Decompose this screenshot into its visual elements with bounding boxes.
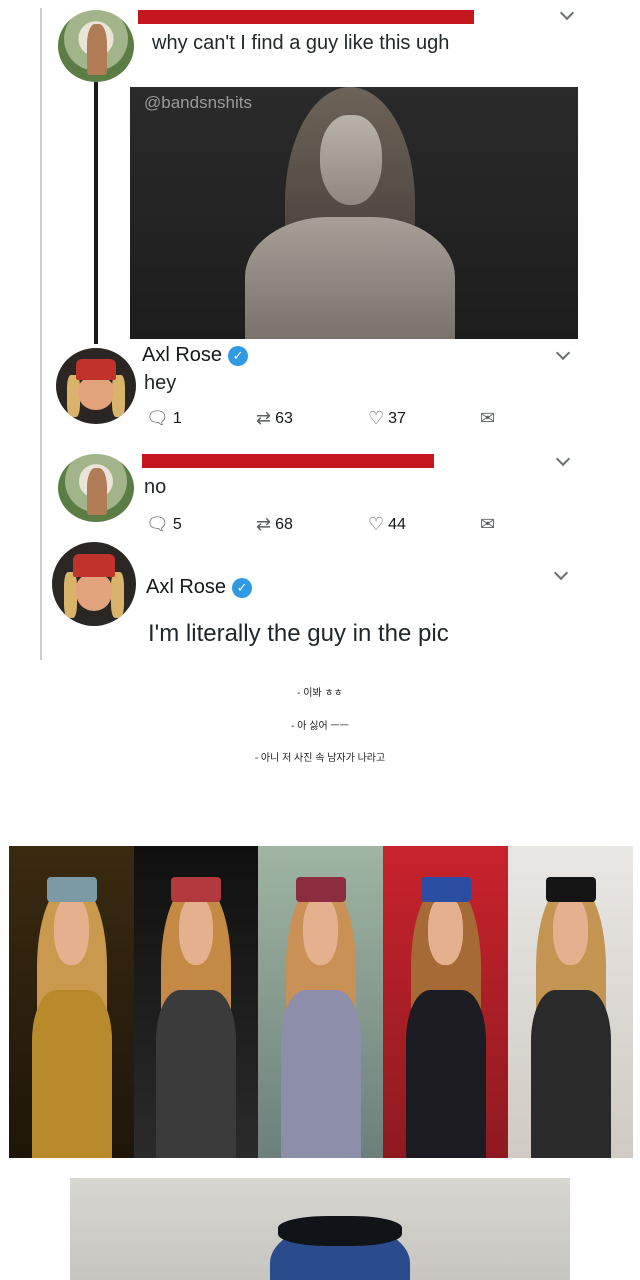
caption-line: - 아 싫어 ㅡㅡ — [291, 721, 349, 732]
thread-connector — [94, 82, 98, 344]
like-button[interactable]: ♡ 37 — [368, 408, 406, 429]
tweet-thread-screenshot: why can't I find a guy like this ugh @ba… — [40, 8, 600, 660]
avatar[interactable] — [56, 348, 136, 424]
tweet-text: I'm literally the guy in the pic — [148, 620, 449, 647]
display-name-text: Axl Rose — [146, 576, 227, 598]
bottom-photo[interactable] — [70, 1178, 570, 1280]
tweet-text: why can't I find a guy like this ugh — [152, 32, 450, 54]
image-watermark: @bandsnshits — [144, 93, 252, 112]
collage-photo[interactable] — [383, 846, 508, 1158]
chevron-down-icon[interactable] — [559, 8, 575, 21]
retweet-button[interactable]: ⇄ 63 — [256, 408, 293, 429]
tweet-text: hey — [144, 372, 177, 394]
redacted-username-bar — [138, 10, 474, 24]
retweet-count: 63 — [275, 409, 293, 427]
retweet-icon: ⇄ — [256, 408, 272, 428]
collage-photo[interactable] — [258, 846, 383, 1158]
photo-torso — [245, 217, 455, 339]
envelope-icon: ✉ — [480, 408, 496, 428]
dm-button[interactable]: ✉ — [480, 408, 495, 429]
reply-icon: 🗨︎ — [146, 408, 169, 428]
reply-count: 5 — [172, 515, 182, 533]
chevron-down-icon[interactable] — [555, 451, 571, 467]
photo-head — [320, 115, 382, 205]
collage-photo[interactable] — [9, 846, 134, 1158]
photo-sunglasses — [278, 1216, 402, 1246]
caption-line: - 아니 저 사진 속 남자가 나라고 — [254, 753, 386, 764]
verified-badge-icon: ✓ — [232, 577, 253, 598]
tweet-text: no — [144, 476, 167, 498]
verified-badge-icon: ✓ — [228, 345, 249, 366]
like-button[interactable]: ♡ 44 — [368, 514, 406, 535]
photo-collage — [9, 846, 633, 1158]
caption-line: - 이봐 ㅎㅎ — [297, 688, 343, 699]
display-name[interactable]: Axl Rose ✓ — [142, 344, 249, 367]
reply-count: 1 — [172, 409, 182, 427]
display-name[interactable]: Axl Rose ✓ — [146, 576, 253, 599]
retweet-count: 68 — [275, 515, 293, 533]
avatar[interactable] — [58, 454, 134, 522]
reply-button[interactable]: 🗨︎ 5 — [146, 514, 182, 535]
dm-button[interactable]: ✉ — [480, 514, 495, 535]
retweet-icon: ⇄ — [256, 514, 272, 534]
avatar[interactable] — [52, 542, 136, 626]
tweet-photo[interactable]: @bandsnshits — [130, 87, 578, 339]
collage-photo[interactable] — [134, 846, 258, 1158]
redacted-username-bar — [142, 454, 434, 468]
collage-photo[interactable] — [508, 846, 633, 1158]
like-count: 44 — [388, 515, 406, 533]
heart-icon: ♡ — [368, 514, 385, 534]
envelope-icon: ✉ — [480, 514, 496, 534]
display-name-text: Axl Rose — [142, 344, 223, 366]
reply-button[interactable]: 🗨︎ 1 — [146, 408, 182, 429]
reply-icon: 🗨︎ — [146, 514, 169, 534]
like-count: 37 — [388, 409, 406, 427]
chevron-down-icon[interactable] — [555, 345, 571, 361]
avatar[interactable] — [58, 10, 134, 82]
chevron-down-icon[interactable] — [553, 565, 569, 581]
heart-icon: ♡ — [368, 408, 385, 428]
retweet-button[interactable]: ⇄ 68 — [256, 514, 293, 535]
